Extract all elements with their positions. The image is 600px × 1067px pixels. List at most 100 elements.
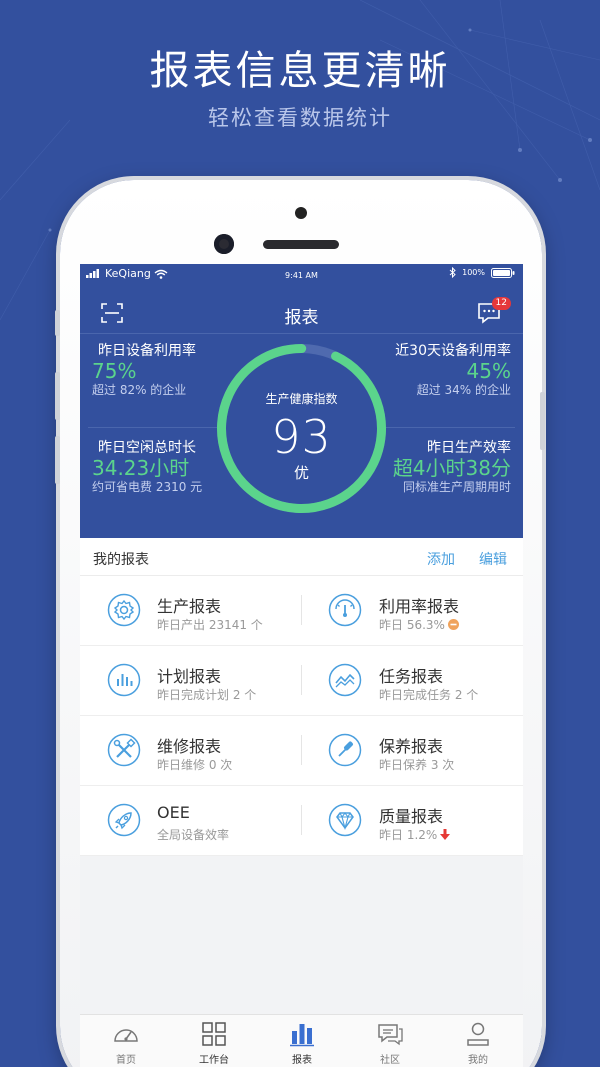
report-summary-text: 昨日 1.2% xyxy=(379,828,438,842)
battery-icon xyxy=(491,267,515,278)
report-summary: 昨日维修 0 次 xyxy=(157,756,232,773)
add-button[interactable]: 添加 xyxy=(427,549,455,569)
bar-chart-icon xyxy=(107,663,141,697)
report-name: 维修报表 xyxy=(157,737,222,756)
report-summary: 昨日产出 23141 个 xyxy=(157,616,263,633)
report-summary-text: 全局设备效率 xyxy=(157,828,230,842)
stat-30day-utilization: 近30天设备利用率 45% 超过 34% 的企业 xyxy=(386,344,511,398)
stat-idle-time: 昨日空闲总时长 34.23小时 约可省电费 2310 元 xyxy=(92,441,210,495)
user-icon xyxy=(467,1022,489,1046)
nav-bar: 报表 12 xyxy=(80,294,523,334)
report-item-utilization[interactable]: 利用率报表 昨日 56.3% xyxy=(302,576,523,646)
front-camera xyxy=(214,234,234,254)
promo-title: 报表信息更清晰 xyxy=(149,48,451,94)
stat-divider xyxy=(385,427,515,428)
gear-icon xyxy=(107,593,141,627)
gauge-label: 生产健康指数 xyxy=(265,392,338,406)
stat-label: 近30天设备利用率 xyxy=(395,343,511,359)
status-bar: KeQiang 9:41 AM 100% xyxy=(80,264,523,286)
section-title: 我的报表 xyxy=(93,552,149,568)
report-summary: 昨日完成任务 2 个 xyxy=(379,686,478,703)
rocket-icon xyxy=(107,803,141,837)
report-name: 保养报表 xyxy=(379,737,444,756)
dashboard-icon xyxy=(114,1029,138,1042)
stat-label: 昨日设备利用率 xyxy=(98,343,196,359)
report-name: 任务报表 xyxy=(379,667,444,686)
screwdriver-icon xyxy=(328,733,362,767)
battery-percent: 100% xyxy=(462,268,485,277)
stat-value: 超4小时38分 xyxy=(392,456,511,480)
report-bars-icon xyxy=(290,1024,314,1047)
volume-up-button xyxy=(55,372,60,420)
report-row: 维修报表 昨日维修 0 次 保养报表 昨日保养 3 次 xyxy=(80,716,523,786)
gauge-grade: 优 xyxy=(293,464,309,482)
report-summary: 昨日 56.3% xyxy=(379,616,459,633)
tab-label: 工作台 xyxy=(199,1055,229,1066)
tab-label: 社区 xyxy=(380,1055,400,1066)
report-name: 质量报表 xyxy=(379,807,444,826)
report-item-task[interactable]: 任务报表 昨日完成任务 2 个 xyxy=(302,646,523,716)
app-screen: KeQiang 9:41 AM 100% 报表 12 昨日设备利用率 75% 超… xyxy=(80,264,523,1067)
earpiece-speaker xyxy=(263,240,339,249)
message-badge: 12 xyxy=(491,297,511,310)
report-summary-text: 昨日 56.3% xyxy=(379,618,445,632)
status-right: 100% xyxy=(449,267,515,278)
report-summary-text: 昨日保养 3 次 xyxy=(379,758,455,772)
stat-yesterday-utilization: 昨日设备利用率 75% 超过 82% 的企业 xyxy=(92,344,200,398)
proximity-sensor xyxy=(295,207,307,219)
report-item-upkeep[interactable]: 保养报表 昨日保养 3 次 xyxy=(302,716,523,786)
gauge-score: 93 xyxy=(271,410,332,464)
report-name: OEE xyxy=(157,803,190,822)
report-summary-text: 昨日维修 0 次 xyxy=(157,758,233,772)
report-row: 计划报表 昨日完成计划 2 个 任务报表 昨日完成任务 2 个 xyxy=(80,646,523,716)
report-summary-text: 昨日完成任务 2 个 xyxy=(379,688,479,702)
chat-icon xyxy=(378,1024,403,1046)
report-name: 利用率报表 xyxy=(379,597,460,616)
my-reports-header: 我的报表 添加 编辑 xyxy=(80,538,523,576)
edit-button[interactable]: 编辑 xyxy=(479,549,507,569)
tab-community[interactable]: 社区 xyxy=(346,1015,434,1067)
report-summary-text: 昨日产出 23141 个 xyxy=(157,618,263,632)
report-summary: 昨日 1.2% xyxy=(379,826,451,843)
stat-value: 75% xyxy=(92,359,137,383)
report-item-quality[interactable]: 质量报表 昨日 1.2% xyxy=(302,786,523,856)
diamond-icon xyxy=(328,803,362,837)
stat-label: 昨日生产效率 xyxy=(427,440,511,456)
minus-badge-icon xyxy=(447,619,459,630)
report-row: 生产报表 昨日产出 23141 个 利用率报表 昨日 56.3% xyxy=(80,576,523,646)
report-summary-text: 昨日完成计划 2 个 xyxy=(157,688,257,702)
report-name: 计划报表 xyxy=(157,667,222,686)
report-row: OEE 全局设备效率 质量报表 昨日 1.2% xyxy=(80,786,523,856)
report-item-production[interactable]: 生产报表 昨日产出 23141 个 xyxy=(80,576,301,646)
stat-label: 昨日空闲总时长 xyxy=(98,440,196,456)
trend-chart-icon xyxy=(328,663,362,697)
mute-switch xyxy=(55,310,60,336)
tab-home[interactable]: 首页 xyxy=(82,1015,170,1067)
tab-label: 报表 xyxy=(292,1055,312,1066)
dashboard-header: KeQiang 9:41 AM 100% 报表 12 昨日设备利用率 75% 超… xyxy=(80,264,523,538)
stat-production-efficiency: 昨日生产效率 超4小时38分 同标准生产周期用时 xyxy=(386,441,511,495)
tab-profile[interactable]: 我的 xyxy=(434,1015,522,1067)
promo-subtitle: 轻松查看数据统计 xyxy=(208,106,392,130)
report-summary: 昨日完成计划 2 个 xyxy=(157,686,256,703)
tab-label: 首页 xyxy=(116,1055,136,1066)
stat-divider xyxy=(88,427,218,428)
down-arrow-icon xyxy=(440,829,451,840)
report-item-maintenance[interactable]: 维修报表 昨日维修 0 次 xyxy=(80,716,301,786)
tab-label: 我的 xyxy=(468,1055,488,1066)
stat-desc: 同标准生产周期用时 xyxy=(402,480,511,494)
bottom-tab-bar: 首页 工作台 报表 社区 我的 xyxy=(80,1014,523,1067)
tab-workbench[interactable]: 工作台 xyxy=(170,1015,258,1067)
tools-icon xyxy=(107,733,141,767)
page-title: 报表 xyxy=(284,308,319,328)
report-grid: 生产报表 昨日产出 23141 个 利用率报表 昨日 56.3% 计划报表 昨日… xyxy=(80,576,523,856)
bluetooth-icon xyxy=(449,267,456,278)
stat-desc: 约可省电费 2310 元 xyxy=(92,480,203,494)
speedometer-icon xyxy=(328,593,362,627)
report-item-plan[interactable]: 计划报表 昨日完成计划 2 个 xyxy=(80,646,301,716)
stat-value: 34.23小时 xyxy=(92,456,190,480)
tab-reports[interactable]: 报表 xyxy=(258,1015,346,1067)
report-summary: 全局设备效率 xyxy=(157,826,229,843)
report-item-oee[interactable]: OEE 全局设备效率 xyxy=(80,786,301,856)
report-summary: 昨日保养 3 次 xyxy=(379,756,454,773)
